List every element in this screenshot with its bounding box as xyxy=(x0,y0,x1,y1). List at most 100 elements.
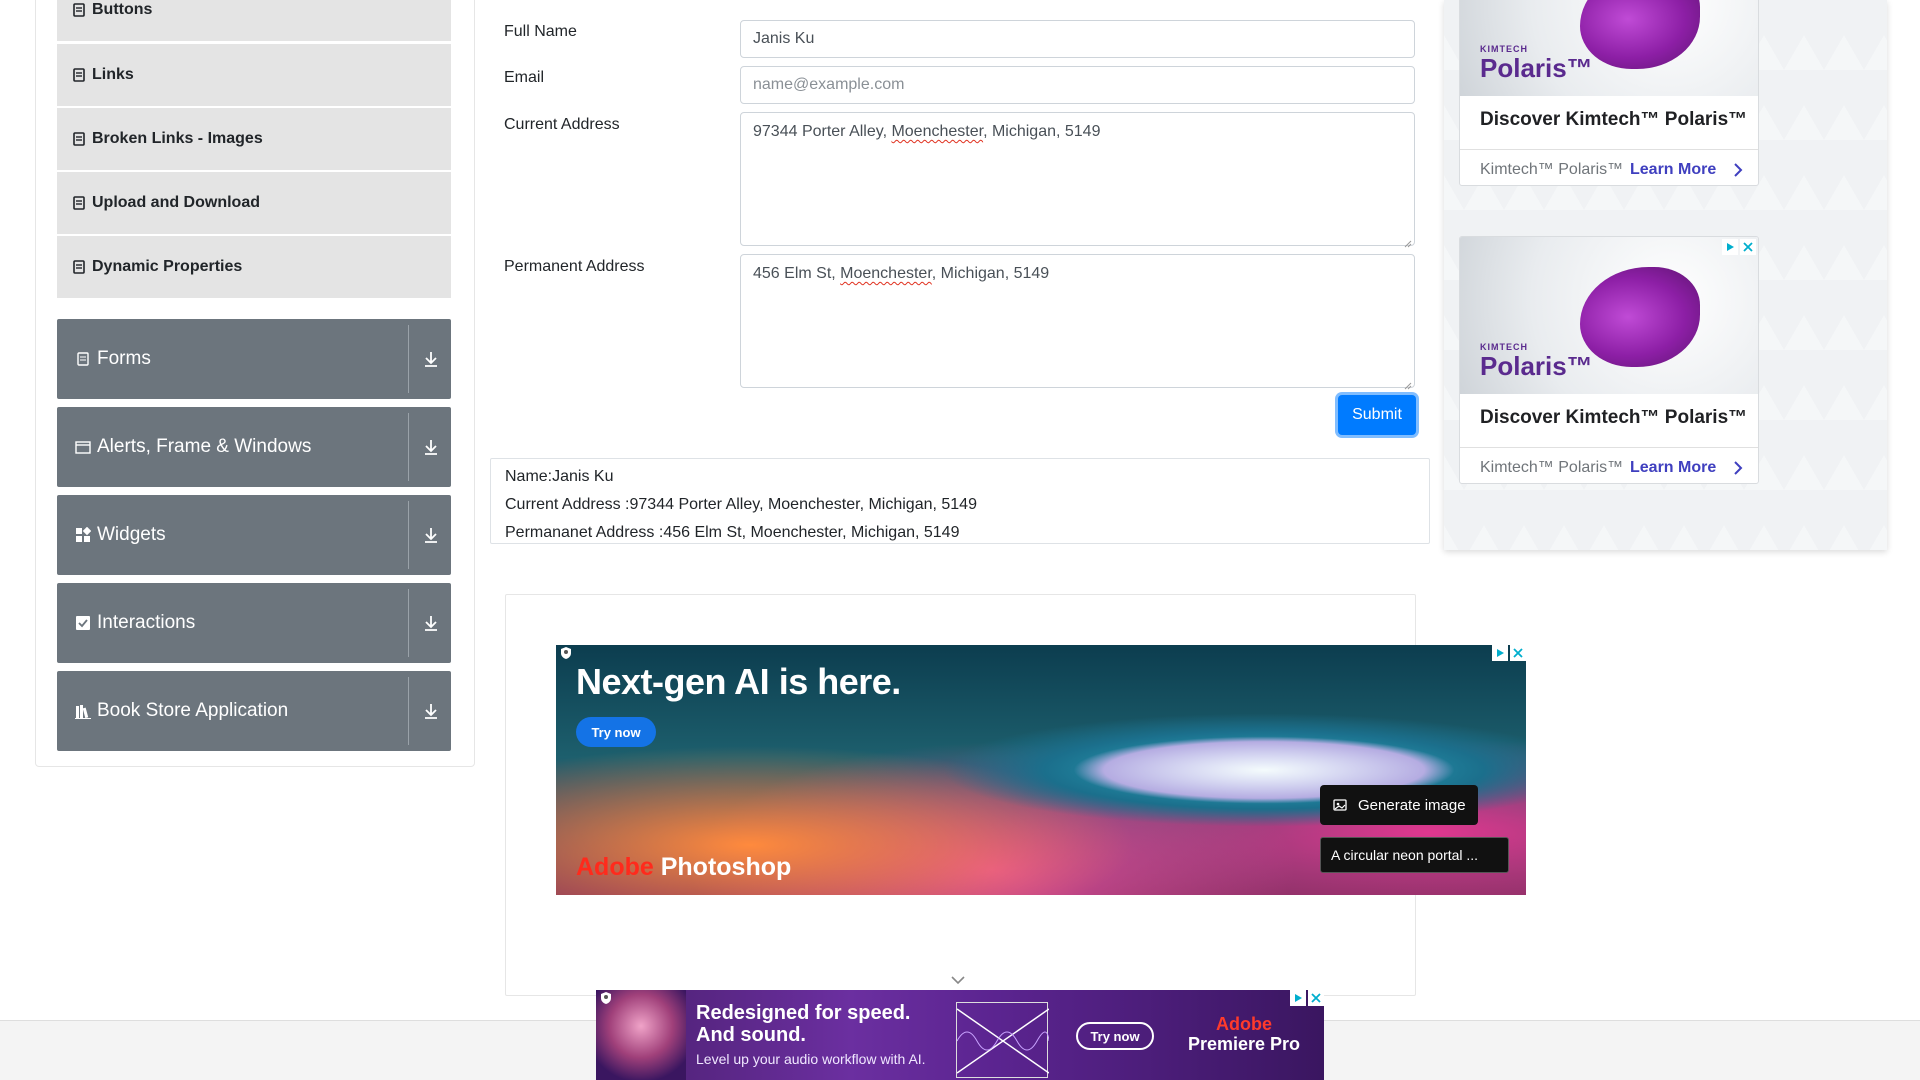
learn-more-link[interactable]: Learn More xyxy=(1630,459,1716,477)
misspelled-word: Moenchester xyxy=(891,123,984,140)
sidebar-group-forms[interactable]: Forms xyxy=(57,319,451,399)
sidebar-group-label: Forms xyxy=(97,348,151,369)
email-input[interactable]: name@example.com xyxy=(740,66,1415,104)
ad-sponsor: Kimtech™ Polaris™ xyxy=(1480,459,1624,476)
generate-image-label: Generate image xyxy=(1358,796,1466,814)
text-fragment: , Michigan, 5149 xyxy=(931,265,1050,282)
sidebar-item-label: Links xyxy=(92,66,134,83)
brand-red: Adobe xyxy=(1216,1014,1272,1034)
output-permanent-address: Permananet Address :456 Elm St, Moenches… xyxy=(505,524,960,541)
book-store-icon xyxy=(75,703,91,719)
sidebar-group-label: Interactions xyxy=(97,612,196,633)
ad-brand: Polaris™ xyxy=(1480,53,1593,83)
email-label: Email xyxy=(504,69,545,86)
adchoices-icon xyxy=(1722,239,1738,255)
resize-handle-icon[interactable] xyxy=(1404,377,1412,390)
photoshop-banner-ad[interactable]: Next-gen AI is here. Try now Adobe Photo… xyxy=(556,645,1526,895)
try-now-button[interactable]: Try now xyxy=(576,717,656,747)
divider xyxy=(408,413,409,481)
ad-headline-line: And sound. xyxy=(696,1024,806,1046)
download-icon[interactable] xyxy=(421,701,441,721)
chevron-right-icon xyxy=(1732,162,1744,178)
sidebar: Buttons Links Broken Links - Images Uplo… xyxy=(35,0,475,767)
sidebar-group-label: Widgets xyxy=(97,524,166,545)
ad-footer: Kimtech™ Polaris™ Learn More xyxy=(1460,149,1758,185)
sparkle-icon xyxy=(1332,797,1348,813)
close-icon[interactable] xyxy=(1308,990,1324,1006)
ad-footer: Kimtech™ Polaris™ Learn More xyxy=(1460,447,1758,483)
divider xyxy=(408,501,409,569)
close-icon xyxy=(1740,239,1756,255)
ad-title[interactable]: Discover Kimtech™ Polaris™ xyxy=(1480,109,1747,131)
ad-choices[interactable] xyxy=(1722,239,1756,255)
brand-white: Premiere Pro xyxy=(1187,1034,1301,1054)
ad-brand: Adobe Premiere Pro xyxy=(1184,1014,1304,1054)
sidebar-group-book-store[interactable]: Book Store Application xyxy=(57,671,451,751)
try-now-button[interactable]: Try now xyxy=(1076,1022,1154,1050)
sidebar-item-label: Buttons xyxy=(92,1,153,18)
list-icon xyxy=(73,196,85,210)
misspelled-word: Moenchester xyxy=(840,265,932,282)
interactions-icon xyxy=(75,615,91,631)
ad-sponsor: Kimtech™ Polaris™ xyxy=(1480,161,1624,178)
widgets-icon xyxy=(75,526,92,543)
submit-button[interactable]: Submit xyxy=(1338,395,1416,435)
glove-graphic xyxy=(1580,0,1700,69)
shield-icon xyxy=(558,645,574,661)
kimtech-ad-card[interactable]: KIMTECH Polaris™ Discover Kimtech™ Polar… xyxy=(1459,236,1759,484)
kimtech-ad-card[interactable]: KIMTECH Polaris™ Discover Kimtech™ Polar… xyxy=(1459,0,1759,186)
full-name-input[interactable]: Janis Ku xyxy=(740,20,1415,58)
download-icon[interactable] xyxy=(421,613,441,633)
permanent-address-textarea[interactable]: 456 Elm St, Moenchester, Michigan, 5149 xyxy=(740,254,1415,390)
download-icon[interactable] xyxy=(421,349,441,369)
sidebar-item-label: Broken Links - Images xyxy=(92,130,263,147)
sidebar-group-widgets[interactable]: Widgets xyxy=(57,495,451,575)
generate-image-button[interactable]: Generate image xyxy=(1320,785,1478,825)
form-icon xyxy=(75,351,91,367)
sidebar-group-alerts[interactable]: Alerts, Frame & Windows xyxy=(57,407,451,487)
prompt-field[interactable]: A circular neon portal ... xyxy=(1320,837,1509,873)
email-placeholder: name@example.com xyxy=(753,76,905,93)
output-box: Name:Janis Ku Current Address :97344 Por… xyxy=(490,458,1430,544)
divider xyxy=(408,589,409,657)
download-icon[interactable] xyxy=(421,437,441,457)
output-current-address: Current Address :97344 Porter Alley, Moe… xyxy=(505,496,977,513)
sidebar-item-label: Dynamic Properties xyxy=(92,258,243,275)
text-fragment: 97344 Porter Alley, xyxy=(753,123,892,140)
resize-handle-icon[interactable] xyxy=(1404,235,1412,248)
premiere-pro-banner-ad[interactable]: Redesigned for speed. And sound. Level u… xyxy=(596,990,1324,1080)
ad-headline: Redesigned for speed. And sound. xyxy=(696,1002,911,1046)
sidebar-item-broken-links[interactable]: Broken Links - Images xyxy=(57,108,451,170)
sidebar-group-label: Alerts, Frame & Windows xyxy=(97,436,312,457)
full-name-value: Janis Ku xyxy=(753,30,815,47)
divider xyxy=(408,325,409,393)
close-icon[interactable] xyxy=(1510,645,1526,661)
full-name-label: Full Name xyxy=(504,23,577,40)
sidebar-group-interactions[interactable]: Interactions xyxy=(57,583,451,663)
window-icon xyxy=(75,439,91,455)
permanent-address-label: Permanent Address xyxy=(504,258,645,275)
current-address-label: Current Address xyxy=(504,116,620,133)
learn-more-link[interactable]: Learn More xyxy=(1630,161,1716,179)
divider xyxy=(408,677,409,745)
ad-title[interactable]: Discover Kimtech™ Polaris™ xyxy=(1480,407,1747,429)
shield-icon xyxy=(598,990,614,1006)
output-name: Name:Janis Ku xyxy=(505,468,614,485)
sidebar-item-links[interactable]: Links xyxy=(57,44,451,106)
current-address-textarea[interactable]: 97344 Porter Alley, Moenchester, Michiga… xyxy=(740,112,1415,248)
adchoices-icon[interactable] xyxy=(1492,645,1508,661)
brand-white: Photoshop xyxy=(653,853,792,881)
waveform-graphic xyxy=(956,1002,1050,1078)
sidebar-item-upload-download[interactable]: Upload and Download xyxy=(57,172,451,234)
sidebar-item-dynamic-properties[interactable]: Dynamic Properties xyxy=(57,236,451,298)
glove-graphic xyxy=(1580,267,1700,367)
sidebar-group-label: Book Store Application xyxy=(97,700,289,721)
chevron-down-icon[interactable] xyxy=(950,972,966,985)
list-icon xyxy=(73,3,85,17)
download-icon[interactable] xyxy=(421,525,441,545)
ad-subtext: Level up your audio workflow with AI. xyxy=(696,1051,926,1067)
text-fragment: 456 Elm St, xyxy=(753,265,841,282)
adchoices-icon[interactable] xyxy=(1290,990,1306,1006)
list-icon xyxy=(73,68,85,82)
sidebar-item-buttons[interactable]: Buttons xyxy=(57,0,451,41)
